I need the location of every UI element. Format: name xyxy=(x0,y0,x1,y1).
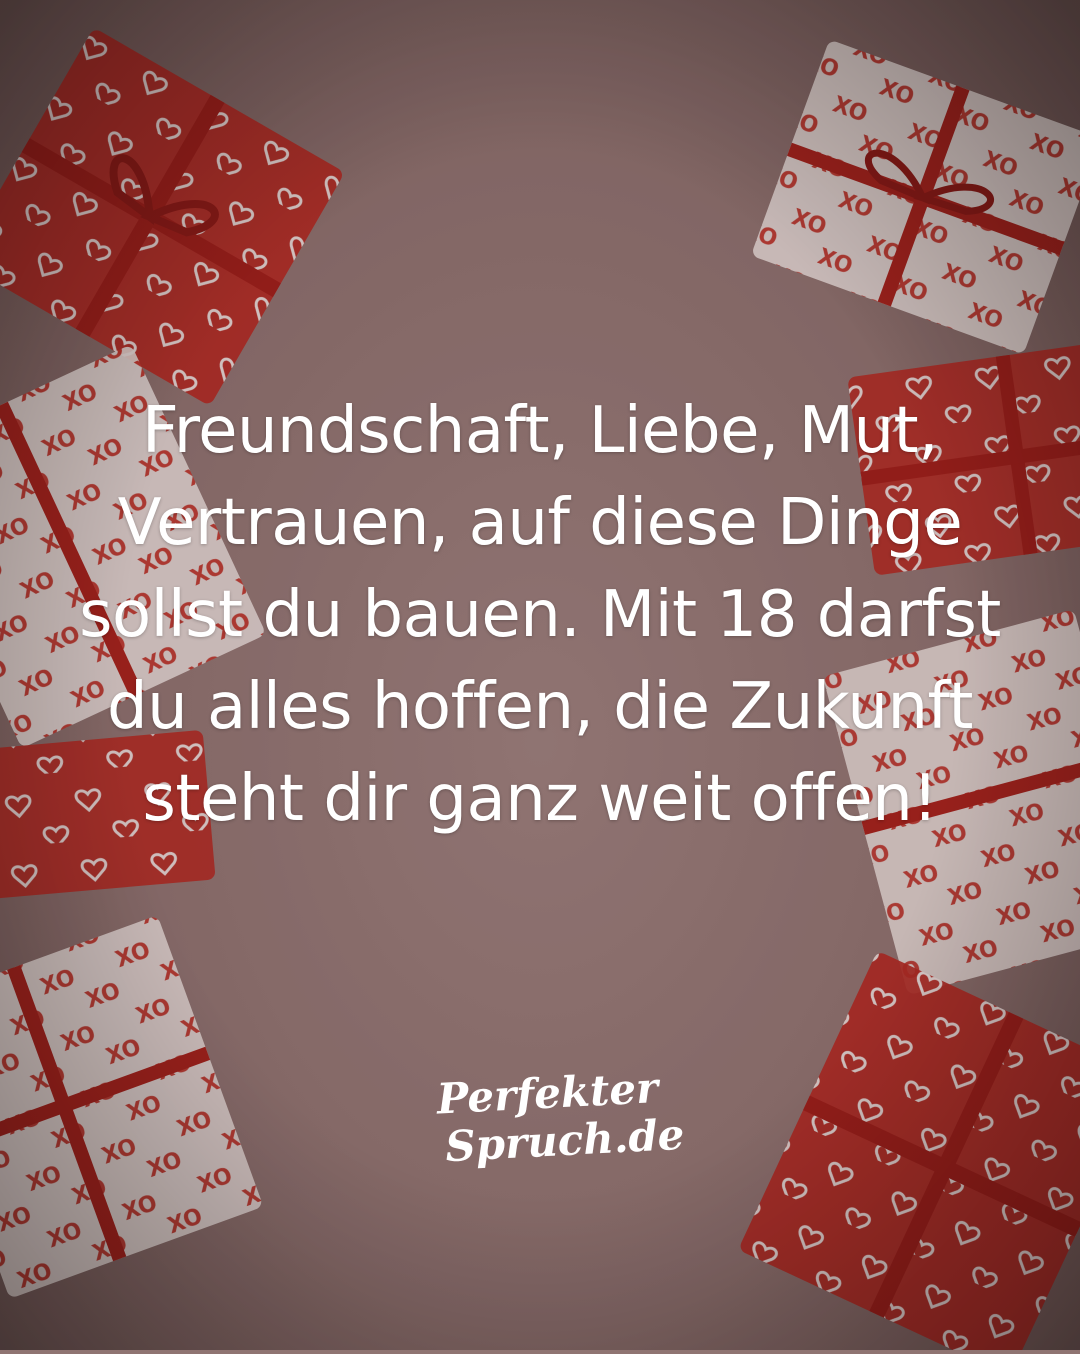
quote-text: Freundschaft, Liebe, Mut, Vertrauen, auf… xyxy=(79,394,1001,836)
perfekter-spruch-logo: Perfekter Spruch.de xyxy=(428,1063,686,1172)
